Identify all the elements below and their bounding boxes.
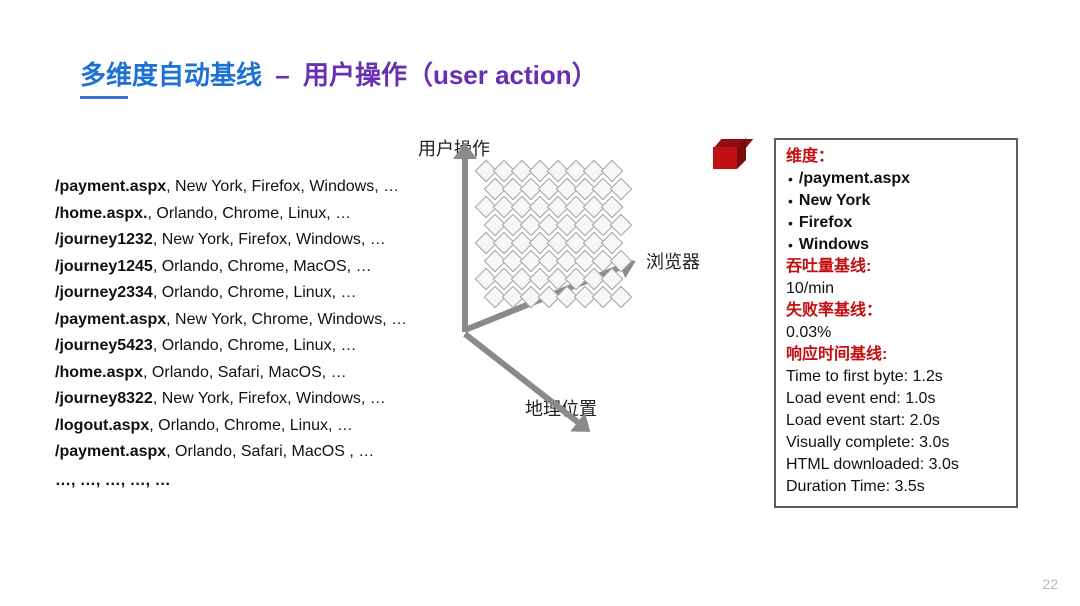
list-item-path: /payment.aspx (55, 311, 166, 328)
list-item: /payment.aspx, New York, Chrome, Windows… (55, 307, 455, 334)
details-panel: 维度： • /payment.aspx • New York • Firefox • W… (774, 138, 1018, 508)
failure-value: 0.03% (786, 322, 1006, 344)
list-ellipsis: …, …, …, …, … (55, 468, 455, 495)
axis-arrow-up-icon (462, 157, 468, 332)
action-list: /payment.aspx, New York, Firefox, Window… (55, 174, 455, 494)
list-item: /home.aspx., Orlando, Chrome, Linux, … (55, 201, 455, 228)
response-line: Visually complete: 3.0s (786, 432, 1006, 454)
dimension-value: Windows (799, 234, 869, 256)
list-item: /journey1245, Orlando, Chrome, MacOS, … (55, 254, 455, 281)
list-item-path: /payment.aspx (55, 443, 166, 460)
list-item-path: /journey8322 (55, 390, 153, 407)
page-number: 22 (1042, 576, 1058, 592)
throughput-label: 吞吐量基线: (786, 256, 1006, 278)
axes-diagram: 用户操作 浏览器 地理位置 (410, 135, 740, 415)
list-item: /payment.aspx, Orlando, Safari, MacOS , … (55, 439, 455, 466)
list-item-path: /home.aspx. (55, 205, 147, 222)
dimension-value: New York (799, 190, 870, 212)
list-item: /journey8322, New York, Firefox, Windows… (55, 386, 455, 413)
bullet-icon: • (788, 216, 793, 230)
list-item: /home.aspx, Orlando, Safari, MacOS, … (55, 360, 455, 387)
list-item-rest: , New York, Firefox, Windows, … (153, 231, 386, 248)
dimensions-label: 维度： (786, 146, 1006, 168)
axis-label-browser: 浏览器 (646, 248, 700, 274)
list-item-rest: , Orlando, Safari, MacOS , … (166, 443, 374, 460)
title-purple: 用户操作（user action） (303, 60, 598, 90)
list-item: /payment.aspx, New York, Firefox, Window… (55, 174, 455, 201)
list-item-path: /journey5423 (55, 337, 153, 354)
failure-label: 失败率基线： (786, 300, 1006, 322)
list-item-rest: , Orlando, Chrome, Linux, … (149, 417, 353, 434)
list-item-path: /journey1232 (55, 231, 153, 248)
throughput-value: 10/min (786, 278, 1006, 300)
response-label: 响应时间基线: (786, 344, 1006, 366)
list-item: /journey1232, New York, Firefox, Windows… (55, 227, 455, 254)
list-item-rest: , Orlando, Safari, MacOS, … (143, 364, 347, 381)
list-item-rest: , Orlando, Chrome, Linux, … (153, 284, 357, 301)
list-item-path: /home.aspx (55, 364, 143, 381)
list-item: /logout.aspx, Orlando, Chrome, Linux, … (55, 413, 455, 440)
response-line: Load event start: 2.0s (786, 410, 1006, 432)
list-item-path: /payment.aspx (55, 178, 166, 195)
list-item: /journey2334, Orlando, Chrome, Linux, … (55, 280, 455, 307)
slide: 多维度自动基线 – 用户操作（user action） /payment.asp… (0, 0, 1080, 606)
bullet-icon: • (788, 194, 793, 208)
dimension-value: /payment.aspx (799, 168, 910, 190)
list-item-rest: , New York, Firefox, Windows, … (166, 178, 399, 195)
list-item-path: /journey1245 (55, 258, 153, 275)
bullet-icon: • (788, 172, 793, 186)
list-item-rest: , New York, Chrome, Windows, … (166, 311, 407, 328)
axis-arrow-down-icon (463, 332, 581, 426)
response-line: Load event end: 1.0s (786, 388, 1006, 410)
red-cube-icon (713, 139, 745, 171)
list-item-rest: , Orlando, Chrome, MacOS, … (153, 258, 372, 275)
response-line: Duration Time: 3.5s (786, 476, 1006, 498)
dimension-item: • Firefox (786, 212, 1006, 234)
title-underline (80, 96, 128, 99)
list-item-path: /logout.aspx (55, 417, 149, 434)
bullet-icon: • (788, 238, 793, 252)
list-item-rest: , Orlando, Chrome, Linux, … (153, 337, 357, 354)
dimension-value: Firefox (799, 212, 852, 234)
dimension-item: • Windows (786, 234, 1006, 256)
list-item-rest: , Orlando, Chrome, Linux, … (147, 205, 351, 222)
slide-title: 多维度自动基线 – 用户操作（user action） (80, 55, 598, 92)
title-dash: – (275, 60, 289, 90)
response-line: HTML downloaded: 3.0s (786, 454, 1006, 476)
list-item-path: /journey2334 (55, 284, 153, 301)
title-blue: 多维度自动基线 (80, 60, 262, 90)
response-line: Time to first byte: 1.2s (786, 366, 1006, 388)
list-item: /journey5423, Orlando, Chrome, Linux, … (55, 333, 455, 360)
list-item-rest: , New York, Firefox, Windows, … (153, 390, 386, 407)
dimension-item: • /payment.aspx (786, 168, 1006, 190)
cube-lattice-icon (478, 163, 648, 333)
dimension-item: • New York (786, 190, 1006, 212)
